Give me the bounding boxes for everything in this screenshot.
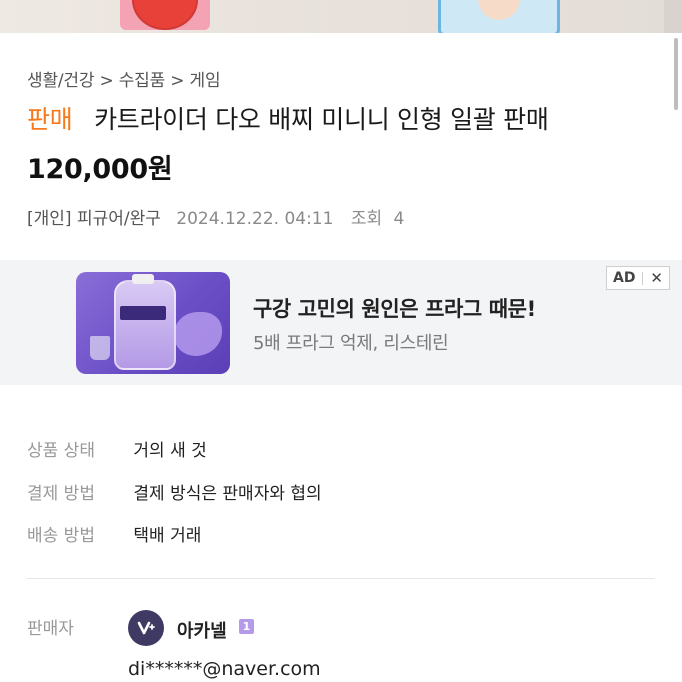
ad-bottle (114, 280, 176, 370)
scrollbar[interactable] (674, 38, 678, 110)
listing-title: 카트라이더 다오 배찌 미니니 인형 일괄 판매 (94, 105, 549, 134)
listing-category[interactable]: [개인] 피규어/완구 (27, 209, 161, 229)
close-icon[interactable]: ✕ (650, 269, 663, 287)
ad-subtext[interactable]: 5배 프라그 억제, 리스테린 (253, 329, 449, 355)
seller-name[interactable]: 아카넬 (177, 617, 227, 643)
ad-cup (90, 336, 110, 360)
detail-value: 결제 방식은 판매자와 협의 (133, 484, 322, 504)
detail-row-payment: 결제 방법 결제 방식은 판매자와 협의 (27, 479, 322, 504)
product-photo[interactable] (0, 0, 682, 33)
detail-value: 거의 새 것 (133, 441, 207, 461)
ad-bottle-label (120, 306, 166, 320)
ad-bottle-cap (132, 274, 154, 284)
detail-label: 결제 방법 (27, 484, 95, 504)
listing-title-row: 판매 카트라이더 다오 배찌 미니니 인형 일괄 판매 (27, 100, 549, 136)
breadcrumb[interactable]: 생활/건강 > 수집품 > 게임 (27, 66, 221, 91)
avatar-icon (137, 621, 155, 635)
seller-email: di******@naver.com (128, 658, 321, 680)
seller-level-badge: 1 (239, 619, 254, 634)
listing-price: 120,000원 (27, 154, 173, 185)
listing-meta: [개인] 피규어/완구 2024.12.22. 04:11 조회 4 (27, 204, 404, 229)
ad-label: AD (613, 270, 636, 286)
avatar[interactable] (128, 610, 164, 646)
ad-product-image[interactable] (76, 272, 230, 374)
sale-badge: 판매 (27, 105, 73, 134)
views-label: 조회 (350, 209, 383, 229)
seller-label: 판매자 (27, 619, 74, 639)
ad-splash (174, 312, 222, 356)
views-count: 4 (393, 209, 405, 229)
listing-date: 2024.12.22. 04:11 (176, 209, 334, 229)
detail-row-shipping: 배송 방법 택배 거래 (27, 521, 201, 546)
detail-label: 상품 상태 (27, 441, 95, 461)
detail-label: 배송 방법 (27, 526, 95, 546)
ad-banner[interactable]: 구강 고민의 원인은 프라그 때문! 5배 프라그 억제, 리스테린 AD ✕ (0, 260, 682, 385)
divider (27, 578, 655, 579)
detail-row-condition: 상품 상태 거의 새 것 (27, 436, 207, 461)
photo-edge (664, 0, 682, 33)
ad-tag-separator (642, 271, 644, 285)
ad-headline[interactable]: 구강 고민의 원인은 프라그 때문! (253, 293, 536, 323)
ad-tag: AD ✕ (606, 266, 670, 290)
detail-value: 택배 거래 (133, 526, 202, 546)
